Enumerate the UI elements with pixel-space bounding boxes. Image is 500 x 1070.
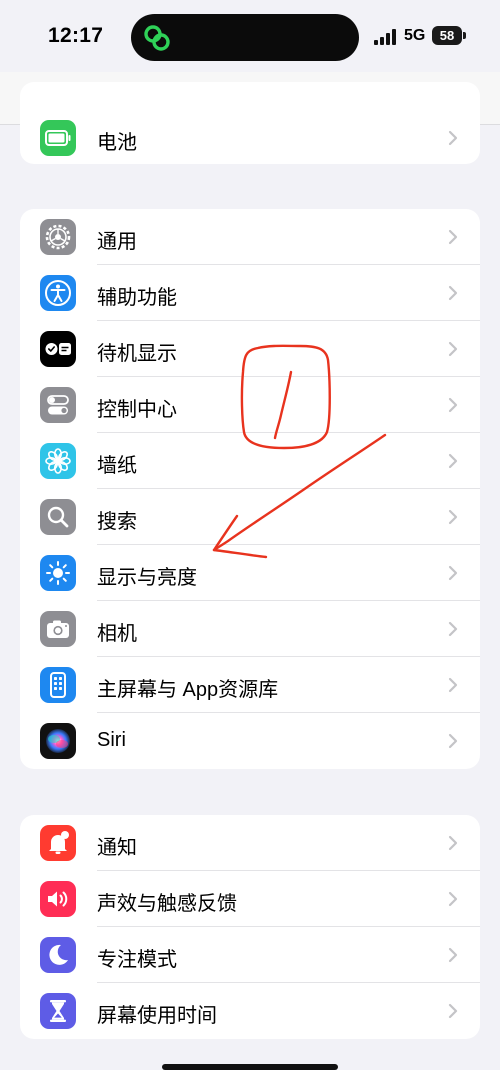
accessibility-icon-graphic bbox=[40, 275, 76, 311]
network-type: 5G bbox=[404, 27, 426, 44]
settings-row-control-center[interactable]: 控制中心 bbox=[20, 377, 480, 433]
dynamic-island bbox=[131, 14, 359, 61]
settings-row-label: Siri bbox=[97, 729, 126, 751]
toggles-icon bbox=[40, 387, 76, 423]
settings-row-label: 通知 bbox=[97, 837, 137, 859]
bell-icon-graphic bbox=[40, 825, 76, 861]
moon-icon-graphic bbox=[40, 937, 76, 973]
battery-icon bbox=[40, 120, 76, 156]
settings-screen: 12:17 5G 58 设置 bbox=[0, 0, 500, 1070]
hourglass-icon bbox=[40, 993, 76, 1029]
settings-row-home-screen-app-library[interactable]: 主屏幕与 App资源库 bbox=[20, 657, 480, 713]
speaker-icon-graphic bbox=[40, 881, 76, 917]
settings-row-camera[interactable]: 相机 bbox=[20, 601, 480, 657]
chevron-right-icon bbox=[448, 733, 458, 749]
settings-row-battery[interactable]: 电池 bbox=[20, 82, 480, 164]
settings-row-display-brightness[interactable]: 显示与亮度 bbox=[20, 545, 480, 601]
flower-icon bbox=[40, 443, 76, 479]
settings-group-battery: 电池 bbox=[20, 82, 480, 164]
settings-row-label: 辅助功能 bbox=[97, 287, 177, 309]
chevron-right-icon bbox=[448, 341, 458, 357]
settings-row-label: 显示与亮度 bbox=[97, 567, 197, 589]
status-bar: 12:17 5G 58 bbox=[0, 0, 500, 72]
settings-row-label: 通用 bbox=[97, 231, 137, 253]
settings-group-general: 通用 辅助功能 待机显示 控制中心 墙纸 搜索 显示与亮度 相机 主屏幕与 Ap… bbox=[20, 209, 480, 769]
accessibility-icon bbox=[40, 275, 76, 311]
chevron-right-icon bbox=[448, 947, 458, 963]
settings-group-notifications: 通知 声效与触感反馈 专注模式 屏幕使用时间 bbox=[20, 815, 480, 1039]
settings-row-search[interactable]: 搜索 bbox=[20, 489, 480, 545]
settings-row-sounds-haptics[interactable]: 声效与触感反馈 bbox=[20, 871, 480, 927]
toggles-icon-graphic bbox=[40, 387, 76, 423]
settings-row-label: 墙纸 bbox=[97, 455, 137, 477]
chevron-right-icon bbox=[448, 229, 458, 245]
chevron-right-icon bbox=[448, 891, 458, 907]
chevron-right-icon bbox=[448, 621, 458, 637]
settings-row-accessibility[interactable]: 辅助功能 bbox=[20, 265, 480, 321]
chevron-right-icon bbox=[448, 509, 458, 525]
gear-icon-graphic bbox=[40, 219, 76, 255]
sun-icon bbox=[40, 555, 76, 591]
search-icon bbox=[40, 499, 76, 535]
siri-icon bbox=[40, 723, 76, 759]
settings-row-siri[interactable]: Siri bbox=[20, 713, 480, 769]
signal-icon bbox=[374, 29, 396, 45]
settings-row-label: 搜索 bbox=[97, 511, 137, 533]
settings-row-notifications[interactable]: 通知 bbox=[20, 815, 480, 871]
battery-level: 58 bbox=[439, 28, 455, 43]
home-indicator bbox=[162, 1064, 338, 1070]
chevron-right-icon bbox=[448, 835, 458, 851]
chevron-right-icon bbox=[448, 453, 458, 469]
settings-row-wallpaper[interactable]: 墙纸 bbox=[20, 433, 480, 489]
settings-row-label: 主屏幕与 App资源库 bbox=[97, 679, 279, 701]
settings-row-label: 专注模式 bbox=[97, 949, 177, 971]
settings-row-label: 控制中心 bbox=[97, 399, 177, 421]
bell-icon bbox=[40, 825, 76, 861]
camera-icon-graphic bbox=[40, 611, 76, 647]
settings-row-label: 相机 bbox=[97, 623, 137, 645]
battery-indicator: 58 bbox=[432, 26, 466, 45]
gear-icon bbox=[40, 219, 76, 255]
battery-icon-graphic bbox=[40, 120, 76, 156]
camera-icon bbox=[40, 611, 76, 647]
chevron-right-icon bbox=[448, 397, 458, 413]
status-time: 12:17 bbox=[48, 24, 104, 47]
settings-row-label: 电池 bbox=[97, 132, 137, 154]
siri-icon-graphic bbox=[40, 723, 76, 759]
chevron-right-icon bbox=[448, 285, 458, 301]
settings-row-general[interactable]: 通用 bbox=[20, 209, 480, 265]
home-screen-icon bbox=[40, 667, 76, 703]
moon-icon bbox=[40, 937, 76, 973]
flower-icon-graphic bbox=[40, 443, 76, 479]
chevron-right-icon bbox=[448, 677, 458, 693]
link-rings-icon bbox=[144, 25, 170, 51]
standby-icon-graphic bbox=[40, 331, 76, 367]
speaker-icon bbox=[40, 881, 76, 917]
chevron-right-icon bbox=[448, 1003, 458, 1019]
hourglass-icon-graphic bbox=[40, 993, 76, 1029]
chevron-right-icon bbox=[448, 565, 458, 581]
home-screen-icon-graphic bbox=[40, 667, 76, 703]
settings-row-standby[interactable]: 待机显示 bbox=[20, 321, 480, 377]
settings-row-focus[interactable]: 专注模式 bbox=[20, 927, 480, 983]
sun-icon-graphic bbox=[40, 555, 76, 591]
search-icon-graphic bbox=[40, 499, 76, 535]
settings-row-label: 声效与触感反馈 bbox=[97, 893, 237, 915]
settings-row-label: 屏幕使用时间 bbox=[97, 1005, 217, 1027]
standby-icon bbox=[40, 331, 76, 367]
settings-row-screen-time[interactable]: 屏幕使用时间 bbox=[20, 983, 480, 1039]
settings-row-label: 待机显示 bbox=[97, 343, 177, 365]
chevron-right-icon bbox=[448, 130, 458, 146]
